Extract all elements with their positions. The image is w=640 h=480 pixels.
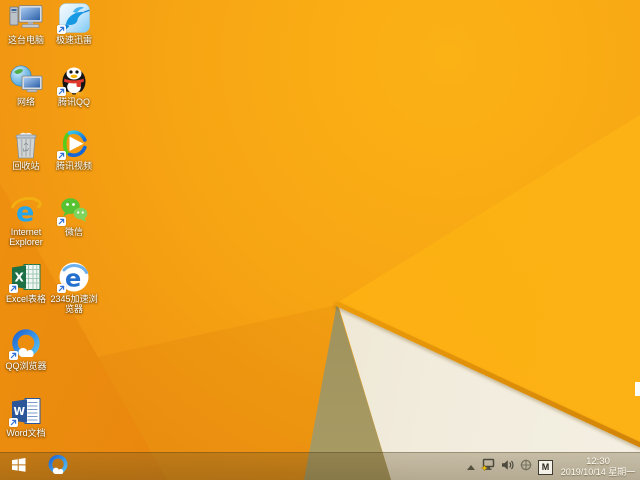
icon-label: 腾讯视频 <box>55 161 92 171</box>
thunder-bird-icon <box>57 2 91 34</box>
tencent-video-play-icon <box>57 128 91 160</box>
svg-text:X: X <box>15 271 25 285</box>
recycle-bin-icon <box>9 128 43 160</box>
shortcut-arrow-icon <box>9 351 18 360</box>
tray-ime-indicator[interactable]: M <box>538 459 553 475</box>
ime-mode-icon: M <box>538 459 553 475</box>
desktop-icon-internet-explorer[interactable]: e Internet Explorer <box>2 194 50 247</box>
icon-label: 网络 <box>16 97 35 107</box>
desktop-icon-recycle-bin[interactable]: 回收站 <box>2 128 50 171</box>
icon-label: QQ浏览器 <box>5 361 47 371</box>
desktop-icon-word[interactable]: W Word文档 <box>2 395 50 438</box>
windows-desktop: 这台电脑 极速迅雷 网络 腾讯QQ 回收站 腾讯视频 e Internet Ex… <box>0 0 640 480</box>
desktop-icon-qq-browser[interactable]: QQ浏览器 <box>2 328 50 371</box>
excel-icon: X <box>9 261 43 293</box>
qq-browser-icon <box>9 328 43 360</box>
desktop-icon-excel[interactable]: X Excel表格 <box>2 261 50 304</box>
2345-browser-icon: e <box>57 261 91 293</box>
clock-time: 12:30 <box>586 456 610 467</box>
shortcut-arrow-icon <box>57 151 66 160</box>
crosshair-circle-icon <box>520 458 532 476</box>
network-globe-icon <box>9 64 43 96</box>
clock-date: 2019/10/14 星期一 <box>560 467 636 477</box>
speaker-icon <box>501 458 514 476</box>
shortcut-arrow-icon <box>9 418 18 427</box>
shortcut-arrow-icon <box>57 87 66 96</box>
desktop-icon-tencent-video[interactable]: 腾讯视频 <box>50 128 98 171</box>
word-icon: W <box>9 395 43 427</box>
show-hidden-icons-button[interactable] <box>467 464 475 470</box>
icon-label: Excel表格 <box>5 294 46 304</box>
icon-label: 微信 <box>64 227 83 237</box>
desktop-icon-wechat[interactable]: 微信 <box>50 194 98 237</box>
chevron-up-icon <box>467 464 475 470</box>
start-button[interactable] <box>3 453 33 480</box>
icon-label: 极速迅雷 <box>55 35 92 45</box>
shortcut-arrow-icon <box>57 284 66 293</box>
tray-utility[interactable] <box>520 458 532 476</box>
taskbar: M 12:30 2019/10/14 星期一 <box>0 452 640 480</box>
qq-browser-icon <box>47 454 69 480</box>
qq-penguin-icon <box>57 64 91 96</box>
computer-icon <box>9 2 43 34</box>
wechat-bubbles-icon <box>57 194 91 226</box>
desktop-icon-this-pc[interactable]: 这台电脑 <box>2 2 50 45</box>
icon-label: 腾讯QQ <box>57 97 90 107</box>
tray-network-status[interactable] <box>480 458 495 477</box>
shortcut-arrow-icon <box>57 25 66 34</box>
icon-label: Internet Explorer <box>9 227 43 247</box>
taskbar-pinned-qq-browser[interactable] <box>41 454 75 480</box>
icon-label: 回收站 <box>12 161 40 171</box>
desktop-icon-thunder-speed[interactable]: 极速迅雷 <box>50 2 98 45</box>
windows-logo-icon <box>10 457 27 477</box>
network-warning-icon <box>480 458 495 477</box>
system-tray: M 12:30 2019/10/14 星期一 <box>467 453 637 480</box>
svg-text:W: W <box>14 406 26 418</box>
desktop-icon-2345-browser[interactable]: e 2345加速浏览器 <box>50 261 98 314</box>
screen-edge-artifact <box>635 382 640 396</box>
taskbar-clock[interactable]: 12:30 2019/10/14 星期一 <box>559 456 637 478</box>
internet-explorer-icon: e <box>9 194 43 226</box>
icon-label: Word文档 <box>6 428 46 438</box>
icon-label: 2345加速浏览器 <box>50 294 98 314</box>
tray-volume[interactable] <box>501 458 514 476</box>
shortcut-arrow-icon <box>57 217 66 226</box>
icon-label: 这台电脑 <box>7 35 44 45</box>
desktop-icon-network[interactable]: 网络 <box>2 64 50 107</box>
shortcut-arrow-icon <box>9 284 18 293</box>
desktop-icon-tencent-qq[interactable]: 腾讯QQ <box>50 64 98 107</box>
